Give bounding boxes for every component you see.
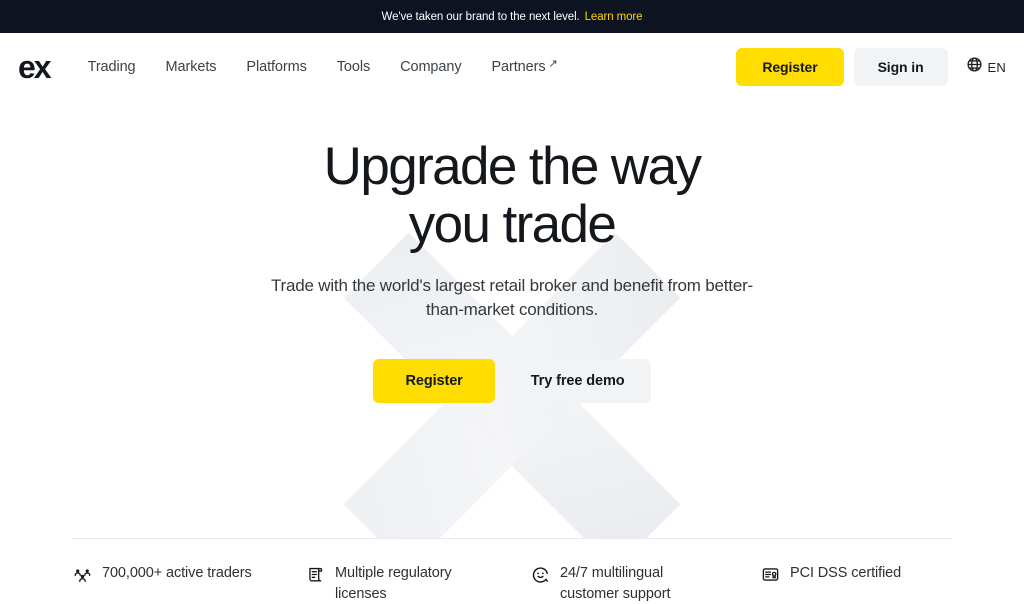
hero-subtitle: Trade with the world's largest retail br… [270,275,754,320]
globe-icon [966,56,983,78]
feature-item-regulatory-licenses: Multiple regulatory licenses [305,563,530,604]
smiley-support-icon [530,564,550,584]
main-navigation: Trading Markets Platforms Tools Company … [88,57,558,75]
nav-item-label: Trading [87,59,136,75]
feature-label: Multiple regulatory licenses [335,565,452,603]
site-logo[interactable]: ex [16,51,52,83]
language-label: EN [987,59,1006,75]
features-section: 700,000+ active traders Multiple regulat… [0,538,1024,604]
hero-title-line-1: Upgrade the way [323,137,702,196]
nav-item-label: Company [400,59,462,75]
nav-item-tools[interactable]: Tools [337,59,370,75]
hero-register-button[interactable]: Register [373,358,495,403]
feature-item-customer-support: 24/7 multilingual customer support [530,563,760,604]
hero-try-free-demo-button[interactable]: Try free demo [504,358,651,403]
feature-item-active-traders: 700,000+ active traders [72,563,305,584]
nav-item-label: Partners [491,59,546,75]
scroll-document-icon [305,564,325,584]
certificate-icon [760,564,780,584]
feature-label: 24/7 multilingual customer support [560,565,671,603]
external-link-arrow-icon: ↗ [548,57,558,70]
feature-item-pci-dss: PCI DSS certified [760,563,901,584]
announcement-bar: We've taken our brand to the next level.… [0,0,1024,33]
feature-label: 700,000+ active traders [102,565,252,581]
announcement-learn-more-link[interactable]: Learn more [585,11,643,23]
nav-item-trading[interactable]: Trading [88,59,136,75]
nav-item-label: Platforms [246,59,307,75]
nav-item-label: Markets [165,59,217,75]
register-button[interactable]: Register [736,48,844,86]
nav-item-platforms[interactable]: Platforms [246,59,306,75]
site-header: ex Trading Markets Platforms Tools Compa… [0,33,1024,101]
nav-item-label: Tools [336,59,371,75]
hero-title: Upgrade the way you trade [232,137,792,255]
language-selector[interactable]: EN [966,56,1008,78]
nav-item-partners[interactable]: Partners ↗ [491,57,558,75]
nav-item-markets[interactable]: Markets [166,59,217,75]
hero-section: Upgrade the way you trade Trade with the… [0,101,1024,538]
hero-content: Upgrade the way you trade Trade with the… [0,101,1024,403]
sign-in-button[interactable]: Sign in [853,48,948,86]
users-group-icon [72,564,92,584]
header-actions: Register Sign in EN [736,48,1008,86]
nav-item-company[interactable]: Company [400,59,461,75]
hero-cta-group: Register Try free demo [0,358,1024,403]
hero-title-line-2: you trade [408,195,617,255]
announcement-text: We've taken our brand to the next level. [381,10,580,23]
feature-label: PCI DSS certified [790,565,902,581]
features-list: 700,000+ active traders Multiple regulat… [72,539,952,604]
